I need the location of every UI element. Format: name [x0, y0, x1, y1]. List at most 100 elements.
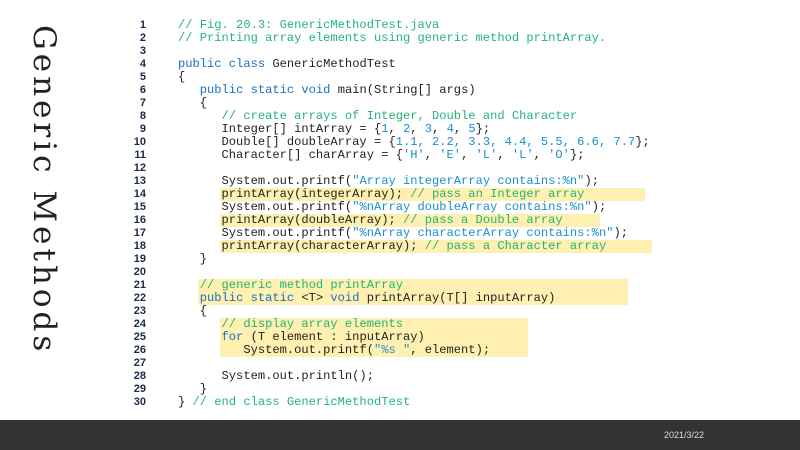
code-token-plain: ,: [497, 148, 512, 162]
line-number: 3: [139, 45, 146, 57]
line-number: 29: [133, 383, 146, 395]
code-text: }: [178, 253, 207, 266]
footer-date: 2021/3/22: [663, 430, 704, 440]
line-number: 8: [139, 110, 146, 122]
line-number: 11: [134, 149, 146, 161]
code-token-comment: // generic method printArray: [199, 278, 403, 292]
code-text: Character[] charArray = {'H', 'E', 'L', …: [178, 148, 585, 162]
code-token-comment: // Printing array elements using generic…: [178, 31, 607, 45]
code-token-string: 'E': [439, 148, 462, 162]
code-token-plain: ,: [410, 122, 425, 136]
line-number: 5: [139, 71, 146, 83]
code-token-plain: );: [591, 200, 607, 214]
code-token-keyword: void: [330, 291, 367, 305]
code-token-comment: // create arrays of Integer, Double and …: [221, 109, 578, 123]
code-token-plain: Integer[] intArray = {: [178, 122, 382, 136]
code-token-plain: ,: [424, 148, 440, 162]
code-text: // Printing array elements using generic…: [178, 32, 606, 45]
code-text: System.out.println();: [178, 370, 374, 383]
code-token-plain: ,: [388, 122, 403, 136]
line-number: 1: [139, 19, 146, 31]
line-number: 12: [133, 162, 146, 174]
code-token-comment: // display array elements: [221, 317, 403, 331]
line-number: 13: [133, 175, 146, 187]
code-token-number: 4: [446, 122, 454, 136]
line-number: 2: [139, 32, 146, 44]
code-token-plain: System.out.println();: [178, 369, 374, 383]
code-token-keyword: public class: [178, 57, 273, 71]
line-number: 7: [139, 97, 146, 109]
code-token-plain: );: [613, 226, 628, 240]
line-number: 23: [133, 305, 146, 317]
code-token-plain: ,: [533, 148, 549, 162]
line-number: 16: [133, 214, 146, 226]
line-number: 18: [133, 240, 146, 252]
line-number: 25: [133, 331, 146, 343]
code-token-string: "Array integerArray contains:%n": [352, 174, 585, 188]
code-text: printArray(characterArray); // pass a Ch…: [178, 239, 607, 253]
code-text: } // end class GenericMethodTest: [178, 396, 410, 409]
code-token-string: 'L': [475, 148, 498, 162]
code-token-number: 1.1, 2.2, 3.3, 4.4, 5.5, 6.6, 7.7: [395, 135, 636, 149]
code-token-plain: {: [178, 70, 186, 84]
code-text: public class GenericMethodTest: [178, 58, 396, 71]
code-token-plain: Double[] doubleArray = {: [178, 135, 396, 149]
code-token-string: 'L': [511, 148, 534, 162]
code-token-comment: // Fig. 20.3: GenericMethodTest.java: [178, 18, 440, 32]
code-token-plain: printArray(integerArray);: [178, 187, 411, 201]
line-number: 27: [133, 357, 146, 369]
code-token-plain: System.out.printf(: [178, 200, 353, 214]
code-token-plain: };: [569, 148, 585, 162]
line-number: 10: [133, 136, 146, 148]
line-number: 17: [133, 227, 146, 239]
line-number: 21: [133, 279, 146, 291]
code-token-string: 'O': [548, 148, 570, 162]
code-token-comment: // end class GenericMethodTest: [192, 395, 411, 409]
code-token-keyword: public static void: [199, 83, 338, 97]
line-number: 28: [133, 370, 146, 382]
line-number: 26: [133, 344, 146, 356]
code-token-number: 5: [468, 122, 476, 136]
code-token-number: 3: [424, 122, 433, 136]
line-number: 4: [139, 58, 146, 70]
line-number: 19: [133, 253, 146, 265]
code-token-plain: , element);: [410, 343, 491, 357]
code-token-plain: printArray(doubleArray);: [178, 213, 403, 227]
code-token-plain: main(String[] args): [337, 83, 476, 97]
code-token-string: "%nArray doubleArray contains:%n": [352, 200, 592, 214]
code-token-plain: ,: [432, 122, 447, 136]
code-text: public static void main(String[] args): [178, 84, 476, 97]
footer-bar: 2021/3/22: [0, 420, 800, 450]
code-text: public static <T> void printArray(T[] in…: [178, 291, 556, 305]
code-token-plain: printArray(T[] inputArray): [366, 291, 556, 305]
code-token-keyword: public static: [199, 291, 302, 305]
code-token-plain: GenericMethodTest: [272, 57, 396, 71]
line-number: 9: [139, 123, 146, 135]
code-token-plain: System.out.printf(: [178, 174, 353, 188]
line-number: 30: [133, 396, 146, 408]
code-token-string: "%s ": [373, 343, 411, 357]
code-token-plain: }: [178, 382, 208, 396]
code-token-comment: // pass a Double array: [402, 213, 563, 227]
code-token-plain: }: [178, 252, 208, 266]
code-token-plain: };: [635, 135, 650, 149]
line-number: 14: [133, 188, 146, 200]
code-token-plain: System.out.printf(: [178, 226, 353, 240]
code-token-plain: ,: [453, 122, 469, 136]
code-token-plain: Character[] charArray = {: [178, 148, 403, 162]
code-token-plain: {: [178, 96, 208, 110]
code-token-comment: // pass a Character array: [424, 239, 607, 253]
line-number: 6: [139, 84, 146, 96]
code-token-plain: {: [178, 304, 208, 318]
code-token-plain: System.out.printf(: [178, 343, 374, 357]
code-token-keyword: for: [221, 330, 251, 344]
line-number: 20: [133, 266, 146, 278]
code-token-plain: ,: [461, 148, 476, 162]
line-number: 24: [133, 318, 146, 330]
